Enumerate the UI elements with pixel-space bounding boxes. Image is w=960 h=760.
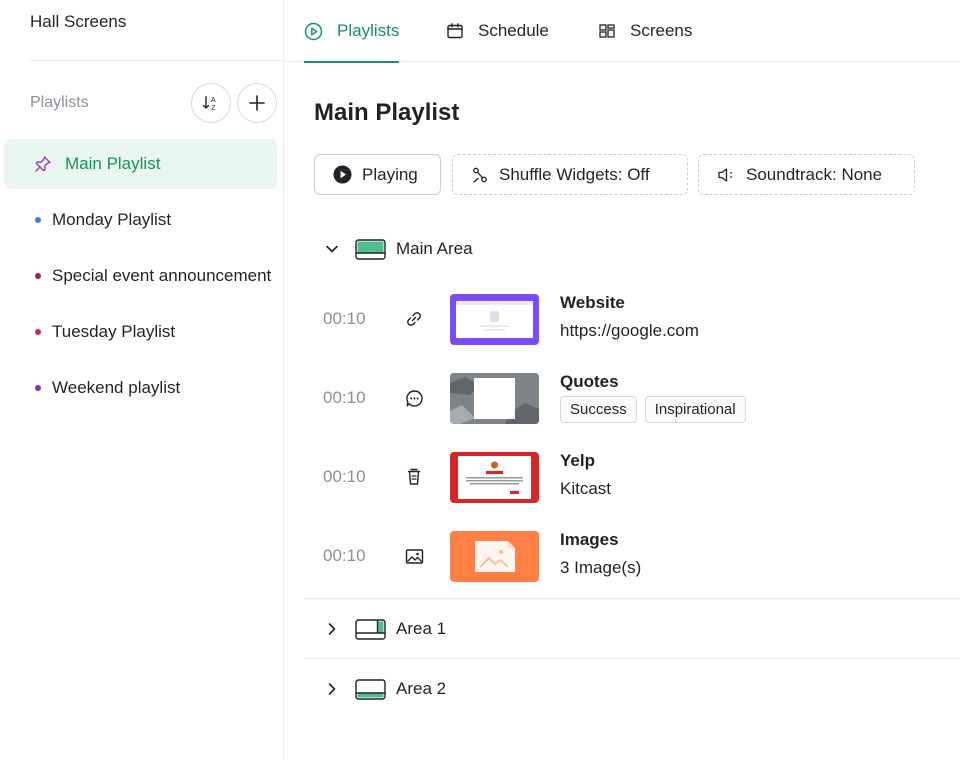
color-dot bbox=[35, 273, 41, 279]
widget-title: Quotes bbox=[560, 372, 619, 391]
tab-label: Schedule bbox=[478, 21, 549, 40]
widget-tags: Success Inspirational bbox=[560, 396, 746, 423]
soundtrack-button[interactable]: Soundtrack: None bbox=[698, 154, 915, 195]
color-dot bbox=[35, 329, 41, 335]
playing-button[interactable]: Playing bbox=[314, 154, 441, 195]
play-filled-icon bbox=[333, 165, 352, 184]
sidebar-item-label: Weekend playlist bbox=[52, 378, 181, 397]
soundtrack-label: Soundtrack: None bbox=[746, 164, 883, 184]
chevron-right-icon bbox=[324, 681, 340, 697]
tab-label: Playlists bbox=[337, 21, 400, 40]
sidebar-item-weekend-playlist[interactable]: Weekend playlist bbox=[4, 363, 277, 413]
cup-icon bbox=[404, 467, 424, 487]
tab-playlists[interactable]: Playlists bbox=[304, 0, 400, 63]
sort-button[interactable]: A Z bbox=[191, 83, 231, 123]
sidebar-item-label: Tuesday Playlist bbox=[52, 322, 176, 341]
sidebar-header: Playlists bbox=[30, 94, 89, 111]
widget-row-quotes[interactable]: 00:10 Quotes Success Inspirational bbox=[304, 360, 960, 439]
add-playlist-button[interactable] bbox=[237, 83, 277, 123]
sidebar-item-label: Monday Playlist bbox=[52, 210, 172, 229]
layout-area-2-icon bbox=[355, 678, 386, 700]
sidebar: Hall Screens Playlists A Z Main Playlist… bbox=[0, 0, 284, 760]
chevron-right-icon bbox=[324, 621, 340, 637]
area-area-1[interactable]: Area 1 bbox=[304, 599, 960, 659]
widget-title: Yelp bbox=[560, 451, 595, 470]
widget-duration: 00:10 bbox=[323, 467, 366, 486]
image-icon bbox=[404, 546, 424, 566]
plus-icon bbox=[249, 95, 265, 111]
tag[interactable]: Inspirational bbox=[644, 396, 746, 423]
images-thumbnail[interactable] bbox=[450, 531, 539, 582]
sidebar-item-monday-playlist[interactable]: Monday Playlist bbox=[4, 195, 277, 245]
speaker-icon bbox=[717, 166, 736, 184]
color-dot bbox=[35, 385, 41, 391]
screens-grid-icon bbox=[598, 22, 616, 40]
widget-title: Website bbox=[560, 293, 625, 312]
sidebar-item-main-playlist[interactable]: Main Playlist bbox=[4, 139, 277, 189]
pin-icon bbox=[34, 155, 52, 173]
sort-az-icon: A Z bbox=[202, 96, 216, 112]
yelp-thumbnail[interactable] bbox=[450, 452, 539, 503]
shuffle-icon bbox=[471, 166, 489, 184]
widget-row-website[interactable]: 00:10 Website https://google.com bbox=[304, 281, 960, 360]
page-title: Main Playlist bbox=[314, 99, 460, 126]
shuffle-widgets-button[interactable]: Shuffle Widgets: Off bbox=[452, 154, 688, 195]
layout-main-area-icon bbox=[355, 238, 386, 260]
playing-label: Playing bbox=[362, 164, 418, 184]
svg-text:Z: Z bbox=[211, 105, 216, 112]
tab-screens[interactable]: Screens bbox=[598, 0, 692, 62]
widget-row-yelp[interactable]: 00:10 Yelp Kitcast bbox=[304, 439, 960, 518]
area-label: Area 1 bbox=[396, 619, 447, 638]
calendar-icon bbox=[446, 22, 464, 40]
chat-bubble-icon bbox=[404, 388, 424, 408]
widget-duration: 00:10 bbox=[323, 388, 366, 407]
sidebar-item-tuesday-playlist[interactable]: Tuesday Playlist bbox=[4, 307, 277, 357]
svg-text:A: A bbox=[211, 97, 216, 104]
area-label: Area 2 bbox=[396, 679, 447, 698]
widget-subtitle: https://google.com bbox=[560, 321, 699, 340]
quotes-thumbnail[interactable] bbox=[450, 373, 539, 424]
link-icon bbox=[404, 309, 424, 329]
chevron-down-icon bbox=[324, 241, 340, 257]
widget-subtitle: Kitcast bbox=[560, 479, 612, 498]
sidebar-item-label: Special event announcement bbox=[52, 266, 272, 285]
widget-subtitle: 3 Image(s) bbox=[560, 558, 642, 577]
tab-schedule[interactable]: Schedule bbox=[446, 0, 549, 62]
play-circle-icon bbox=[304, 22, 323, 41]
sidebar-item-special-event[interactable]: Special event announcement bbox=[4, 251, 277, 301]
widget-row-images[interactable]: 00:10 Images 3 Image(s) bbox=[304, 518, 960, 597]
area-label: Main Area bbox=[396, 239, 473, 258]
layout-area-1-icon bbox=[355, 618, 386, 640]
top-tabs: Playlists Schedule Screens bbox=[284, 0, 960, 63]
sidebar-divider bbox=[30, 60, 283, 61]
area-main-area[interactable]: Main Area bbox=[304, 219, 960, 279]
tag[interactable]: Success bbox=[560, 396, 637, 423]
sidebar-item-label: Main Playlist bbox=[65, 154, 161, 173]
widget-duration: 00:10 bbox=[323, 309, 366, 328]
website-thumbnail[interactable] bbox=[450, 294, 539, 345]
shuffle-label: Shuffle Widgets: Off bbox=[499, 164, 650, 184]
widget-title: Images bbox=[560, 530, 619, 549]
app-title: Hall Screens bbox=[30, 12, 127, 31]
widget-duration: 00:10 bbox=[323, 546, 366, 565]
color-dot bbox=[35, 217, 41, 223]
tab-label: Screens bbox=[630, 21, 693, 40]
area-area-2[interactable]: Area 2 bbox=[304, 659, 960, 719]
